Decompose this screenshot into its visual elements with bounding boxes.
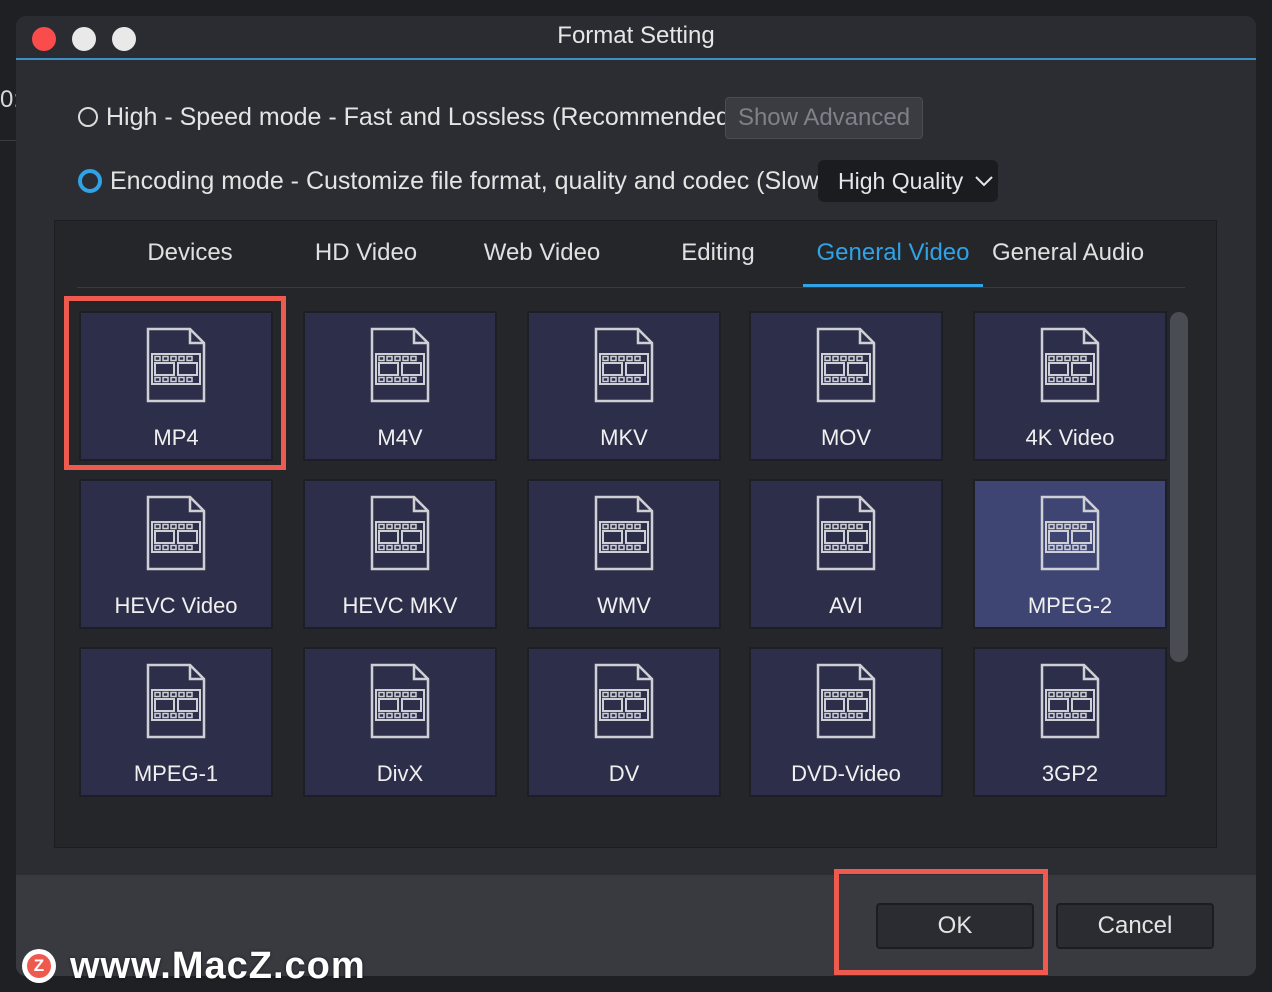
video-file-icon — [816, 663, 876, 739]
format-label: AVI — [829, 593, 863, 618]
show-advanced-button[interactable]: Show Advanced — [725, 97, 923, 139]
tab-general-video[interactable]: General Video — [803, 221, 983, 287]
format-tile-wmv[interactable]: WMV — [527, 479, 721, 629]
format-tile-m4v[interactable]: M4V — [303, 311, 497, 461]
format-grid-scrollbar[interactable] — [1170, 312, 1188, 662]
format-tile-dv[interactable]: DV — [527, 647, 721, 797]
title-bar: Format Setting — [16, 16, 1256, 60]
dialog-body: High - Speed mode - Fast and Lossless (R… — [16, 60, 1256, 875]
format-tile-avi[interactable]: AVI — [749, 479, 943, 629]
format-tile-dvd-video[interactable]: DVD-Video — [749, 647, 943, 797]
quality-dropdown[interactable]: High Quality — [818, 160, 998, 202]
video-file-icon — [370, 327, 430, 403]
encoding-mode-label: Encoding mode - Customize file format, q… — [110, 166, 827, 195]
chevron-down-icon — [975, 176, 993, 187]
video-file-icon — [816, 327, 876, 403]
high-speed-label: High - Speed mode - Fast and Lossless (R… — [106, 102, 739, 131]
format-tile-divx[interactable]: DivX — [303, 647, 497, 797]
format-label: HEVC Video — [114, 593, 238, 618]
video-file-icon — [370, 663, 430, 739]
format-tile-mpeg-1[interactable]: MPEG-1 — [79, 647, 273, 797]
ok-button[interactable]: OK — [876, 903, 1034, 949]
encoding-mode-radio[interactable] — [78, 169, 102, 193]
dialog-title: Format Setting — [557, 22, 715, 49]
quality-value: High Quality — [838, 167, 964, 194]
format-label: DV — [608, 761, 640, 786]
format-label: DVD-Video — [791, 761, 901, 786]
format-tile-mov[interactable]: MOV — [749, 311, 943, 461]
cancel-button[interactable]: Cancel — [1056, 903, 1214, 949]
format-label: 3GP2 — [1041, 761, 1099, 786]
background-divider — [0, 140, 16, 141]
video-file-icon — [594, 663, 654, 739]
format-tile-hevc-mkv[interactable]: HEVC MKV — [303, 479, 497, 629]
format-tile-4k-video[interactable]: 4K Video — [973, 311, 1167, 461]
format-label: M4V — [377, 425, 423, 450]
tab-devices[interactable]: Devices — [115, 221, 265, 287]
high-speed-mode-option[interactable]: High - Speed mode - Fast and Lossless (R… — [78, 97, 738, 137]
high-speed-radio[interactable] — [78, 107, 98, 127]
format-tile-mp4[interactable]: MP4 — [79, 311, 273, 461]
format-tile-3gp2[interactable]: 3GP2 — [973, 647, 1167, 797]
format-tile-mpeg-2[interactable]: MPEG-2 — [973, 479, 1167, 629]
tab-general-audio[interactable]: General Audio — [983, 221, 1153, 287]
encoding-mode-option[interactable]: Encoding mode - Customize file format, q… — [78, 161, 827, 201]
tab-editing[interactable]: Editing — [643, 221, 793, 287]
format-tile-mkv[interactable]: MKV — [527, 311, 721, 461]
watermark-text: www.MacZ.com — [70, 944, 366, 987]
video-file-icon — [594, 495, 654, 571]
video-file-icon — [1040, 495, 1100, 571]
format-label: MKV — [600, 425, 648, 450]
video-file-icon — [146, 663, 206, 739]
watermark: Z www.MacZ.com — [22, 944, 366, 988]
format-label: 4K Video — [1025, 425, 1115, 450]
watermark-logo-letter: Z — [27, 954, 51, 978]
format-label: MP4 — [153, 425, 199, 450]
format-panel: Devices HD Video Web Video Editing Gener… — [54, 220, 1217, 848]
format-label: DivX — [376, 761, 424, 786]
format-label: HEVC MKV — [342, 593, 458, 618]
video-file-icon — [594, 327, 654, 403]
format-label: MPEG-1 — [133, 761, 219, 786]
tab-web-video[interactable]: Web Video — [467, 221, 617, 287]
video-file-icon — [816, 495, 876, 571]
category-tabs: Devices HD Video Web Video Editing Gener… — [77, 221, 1185, 288]
format-tile-hevc-video[interactable]: HEVC Video — [79, 479, 273, 629]
format-setting-dialog: Format Setting High - Speed mode - Fast … — [16, 16, 1256, 976]
tab-hd-video[interactable]: HD Video — [291, 221, 441, 287]
format-label: MPEG-2 — [1027, 593, 1113, 618]
video-file-icon — [146, 495, 206, 571]
format-label: WMV — [597, 593, 651, 618]
watermark-logo-icon: Z — [22, 949, 56, 983]
format-grid: MP4 M4V MKV MOV 4K Video HEVC Video HEVC… — [79, 311, 1171, 807]
video-file-icon — [1040, 327, 1100, 403]
video-file-icon — [146, 327, 206, 403]
video-file-icon — [370, 495, 430, 571]
video-file-icon — [1040, 663, 1100, 739]
format-label: MOV — [820, 425, 872, 450]
